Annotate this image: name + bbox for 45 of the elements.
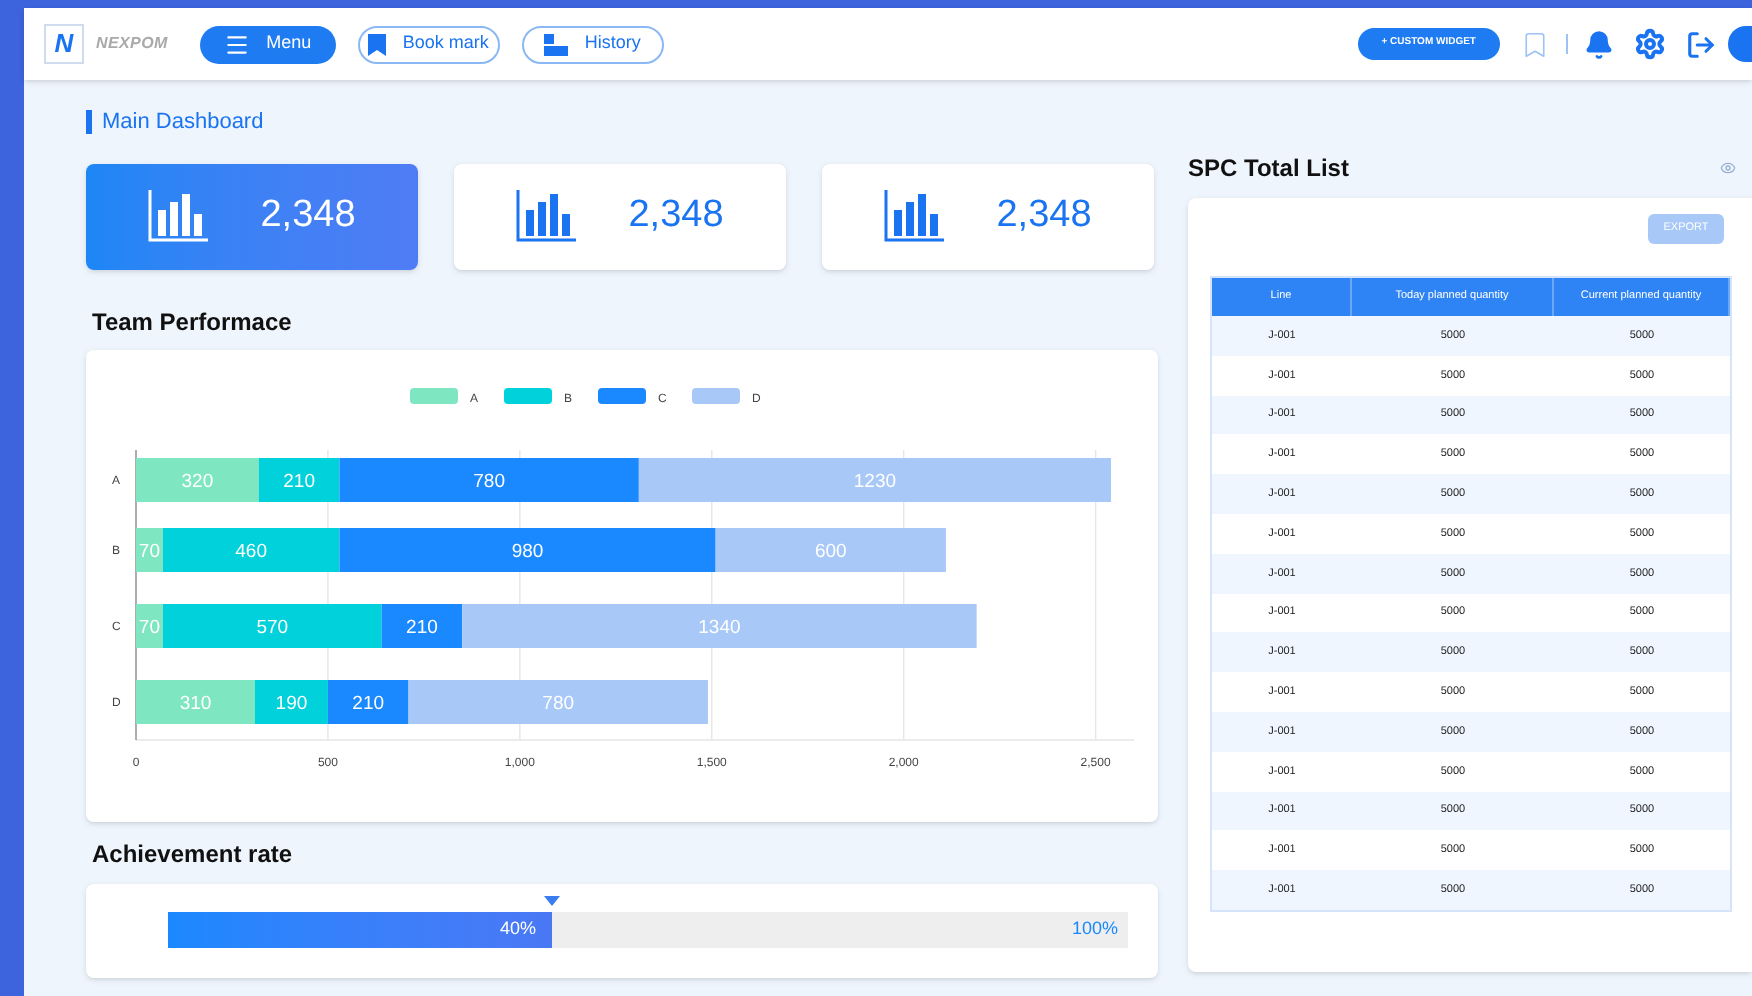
bar-value-label: 210	[283, 470, 315, 492]
bar-value-label: 70	[138, 616, 160, 638]
logout-icon[interactable]	[1686, 29, 1716, 59]
progress-reading: 40%	[499, 915, 536, 942]
stat-value: 2,348	[996, 191, 1092, 240]
bar-value-label: 600	[814, 540, 847, 562]
bar-value-label: 980	[511, 540, 544, 562]
progress-max-label: 100%	[1071, 915, 1118, 942]
bar-value-label: 460	[235, 540, 267, 562]
legend-swatch	[504, 387, 552, 403]
bar-value-label: 70	[138, 540, 160, 562]
bar-chart-icon	[516, 190, 577, 242]
bell-icon[interactable]	[1584, 29, 1614, 59]
legend-swatch	[692, 387, 740, 403]
section-title: Achievement rate	[92, 837, 295, 871]
logo: N	[44, 24, 84, 64]
nav-button[interactable]: Menu	[199, 25, 336, 63]
bar-value-label: 310	[179, 692, 212, 714]
bar-value-label: 320	[181, 470, 214, 492]
bar-value-label: 1230	[853, 470, 897, 492]
nav-button[interactable]: History	[521, 25, 664, 63]
section-title: Team Performace	[92, 305, 294, 339]
section-title: SPC Total List	[1188, 152, 1349, 186]
avatar[interactable]	[1728, 26, 1752, 62]
bar-value-label: 780	[542, 692, 575, 714]
bar-value-label: 190	[275, 692, 308, 714]
bar-value-label: 210	[406, 616, 438, 638]
nav-button[interactable]: Book mark	[357, 25, 500, 63]
page-title: Main Dashboard	[102, 108, 264, 138]
menu-icon	[224, 31, 251, 57]
bar-value-label: 1340	[698, 616, 741, 638]
legend-swatch	[410, 387, 458, 403]
bar-value-label: 210	[352, 692, 385, 714]
bar-value-label: 570	[256, 616, 289, 638]
bar-chart-icon	[884, 190, 945, 242]
legend-swatch	[598, 387, 646, 403]
stat-value: 2,348	[260, 191, 356, 240]
blocks-icon	[544, 33, 569, 55]
brand-name: NEXPOM	[96, 32, 168, 56]
marker-icon	[544, 895, 560, 905]
stat-value: 2,348	[628, 191, 724, 240]
settings-icon[interactable]	[1634, 28, 1666, 60]
bar-chart-icon	[148, 190, 209, 242]
bookmark-icon	[368, 33, 387, 55]
bar-value-label: 780	[473, 470, 505, 492]
